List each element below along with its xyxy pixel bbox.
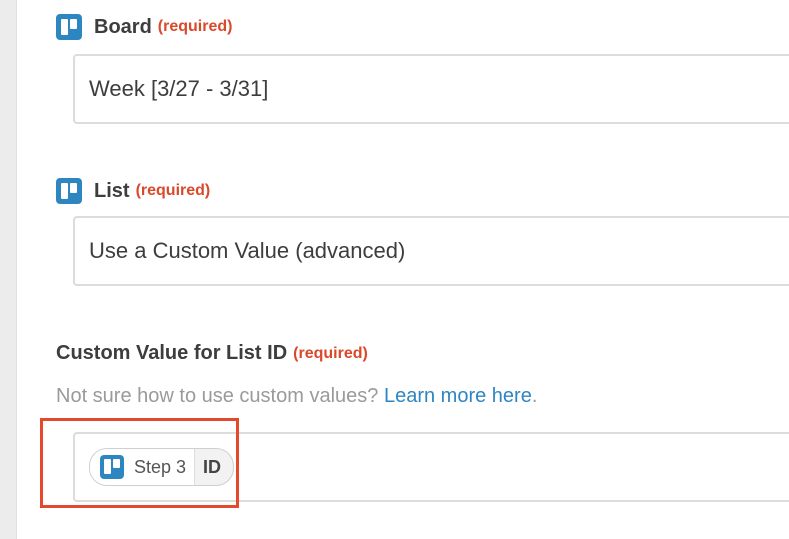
list-label-text: List bbox=[94, 179, 130, 202]
board-select[interactable]: Week [3/27 - 3/31] bbox=[73, 54, 789, 124]
board-field-label: Board (required) bbox=[56, 14, 232, 40]
board-label-text: Board bbox=[94, 15, 152, 38]
left-gutter bbox=[0, 0, 17, 539]
help-suffix: . bbox=[531, 385, 538, 407]
board-select-value: Week [3/27 - 3/31] bbox=[89, 76, 269, 101]
list-required-badge: (required) bbox=[135, 182, 211, 199]
custom-list-id-required-badge: (required) bbox=[293, 344, 368, 362]
highlight-annotation-box bbox=[40, 418, 239, 508]
custom-list-id-label: Custom Value for List ID (required) bbox=[56, 342, 368, 365]
trello-icon bbox=[56, 14, 82, 40]
list-select[interactable]: Use a Custom Value (advanced) bbox=[73, 216, 789, 286]
board-required-badge: (required) bbox=[157, 18, 233, 35]
trello-icon bbox=[56, 178, 82, 204]
help-text: Not sure how to use custom values? bbox=[56, 385, 379, 407]
form-panel: Board (required) Week [3/27 - 3/31] List… bbox=[17, 0, 789, 539]
list-select-value: Use a Custom Value (advanced) bbox=[89, 238, 406, 263]
custom-value-help: Not sure how to use custom values? Learn… bbox=[56, 385, 537, 408]
list-field-label: List (required) bbox=[56, 178, 210, 204]
learn-more-link[interactable]: Learn more here bbox=[384, 385, 532, 407]
custom-list-id-label-text: Custom Value for List ID bbox=[56, 342, 288, 364]
